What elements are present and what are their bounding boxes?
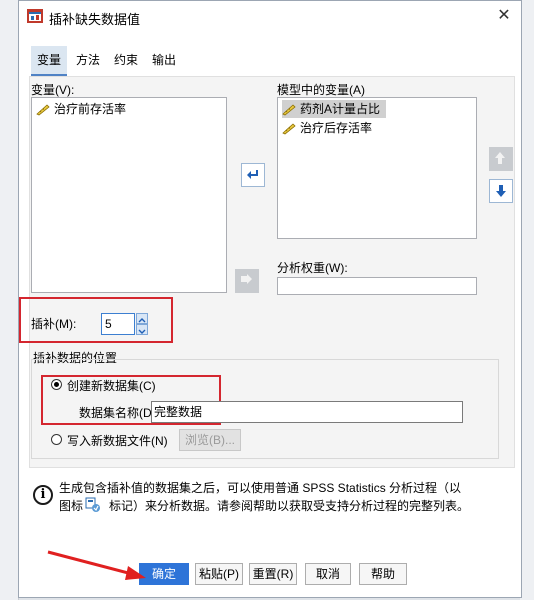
tab-output[interactable]: 输出 bbox=[147, 46, 181, 74]
spin-down-button[interactable] bbox=[136, 324, 148, 335]
ok-button[interactable]: 确定 bbox=[139, 563, 189, 585]
close-icon[interactable]: ✕ bbox=[493, 5, 515, 27]
dataset-name-input[interactable]: 完整数据 bbox=[151, 401, 463, 423]
list-item[interactable]: 治疗后存活率 bbox=[282, 119, 378, 137]
variables-list[interactable]: 治疗前存活率 bbox=[31, 97, 227, 293]
background-spreadsheet bbox=[0, 0, 19, 600]
write-file-label: 写入新数据文件(N) bbox=[67, 434, 168, 448]
help-button[interactable]: 帮助 bbox=[359, 563, 407, 585]
dialog-title: 插补缺失数据值 bbox=[49, 12, 141, 27]
move-up-button[interactable] bbox=[489, 147, 513, 171]
write-file-radio[interactable] bbox=[51, 434, 62, 445]
title-bar: 插补缺失数据值 ✕ bbox=[19, 1, 521, 31]
scale-variable-icon bbox=[282, 123, 296, 135]
dataset-name-label: 数据集名称(D bbox=[79, 406, 152, 420]
arrow-down-icon bbox=[496, 185, 506, 197]
spin-up-button[interactable] bbox=[136, 313, 148, 324]
info-icon: i bbox=[33, 485, 53, 505]
scale-variable-icon bbox=[36, 104, 50, 116]
info-text-line2b: 标记）来分析数据。请参阅帮助以获取受支持分析过程的完整列表。 bbox=[109, 499, 470, 513]
list-item-label: 治疗后存活率 bbox=[300, 121, 373, 135]
list-item-label: 药剂A计量占比 bbox=[300, 102, 381, 116]
model-variables-label: 模型中的变量(A) bbox=[277, 83, 365, 97]
browse-button[interactable]: 浏览(B)... bbox=[179, 429, 241, 451]
impute-label: 插补(M): bbox=[31, 317, 77, 331]
move-down-button[interactable] bbox=[489, 179, 513, 203]
info-text-line1: 生成包含插补值的数据集之后，可以使用普通 SPSS Statistics 分析过… bbox=[59, 481, 462, 495]
list-item[interactable]: 药剂A计量占比 bbox=[282, 100, 387, 118]
scale-variable-icon bbox=[282, 104, 296, 116]
chevron-down-icon bbox=[138, 329, 146, 334]
tab-method[interactable]: 方法 bbox=[71, 46, 105, 74]
arrow-up-icon bbox=[495, 152, 505, 164]
move-to-weight-button[interactable] bbox=[235, 269, 259, 293]
weight-label: 分析权重(W): bbox=[277, 261, 348, 275]
tab-constraints[interactable]: 约束 bbox=[109, 46, 143, 74]
paste-button[interactable]: 粘贴(P) bbox=[195, 563, 243, 585]
variables-label: 变量(V): bbox=[31, 83, 75, 97]
model-variables-list[interactable]: 药剂A计量占比 治疗后存活率 bbox=[277, 97, 477, 239]
move-to-model-button[interactable] bbox=[241, 163, 265, 187]
arrow-right-icon bbox=[241, 274, 252, 284]
app-icon bbox=[27, 9, 43, 23]
tab-variables[interactable]: 变量 bbox=[31, 46, 67, 76]
weight-field[interactable] bbox=[277, 277, 477, 295]
create-dataset-radio[interactable] bbox=[51, 379, 62, 390]
arrow-left-icon bbox=[247, 170, 258, 179]
background-right bbox=[520, 0, 534, 600]
list-item[interactable]: 治疗前存活率 bbox=[36, 100, 132, 118]
impute-count-input[interactable]: 5 bbox=[101, 313, 135, 335]
create-dataset-label: 创建新数据集(C) bbox=[67, 379, 156, 393]
impute-dialog: 插补缺失数据值 ✕ 变量 方法 约束 输出 变量(V): 治疗前存活率 模型中的… bbox=[18, 0, 522, 598]
multiple-imputation-icon bbox=[85, 497, 100, 512]
cancel-button[interactable]: 取消 bbox=[305, 563, 351, 585]
reset-button[interactable]: 重置(R) bbox=[249, 563, 297, 585]
list-item-label: 治疗前存活率 bbox=[54, 102, 127, 116]
info-text-line2a: 图标 bbox=[59, 499, 84, 513]
